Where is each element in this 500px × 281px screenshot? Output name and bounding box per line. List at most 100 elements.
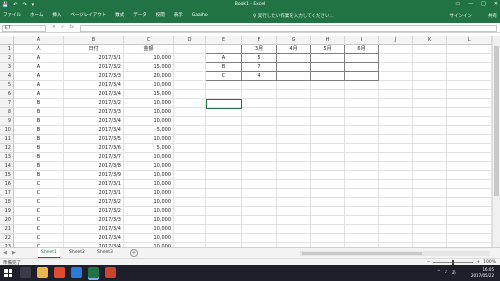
cell[interactable] (174, 108, 206, 117)
cell[interactable] (174, 180, 206, 189)
cell[interactable] (447, 171, 492, 180)
cell[interactable] (345, 189, 379, 198)
active-cell-selection[interactable] (206, 99, 242, 109)
cell-person[interactable]: B (14, 126, 64, 135)
column-header-b[interactable]: B (64, 36, 124, 45)
cell[interactable] (242, 171, 277, 180)
cell[interactable] (447, 108, 492, 117)
cell-amount[interactable]: 10,000 (124, 198, 174, 207)
cell-date[interactable]: 2017/3/2 (64, 63, 124, 72)
cell-date[interactable]: 2017/3/1 (64, 189, 124, 198)
cell-person[interactable]: B (14, 162, 64, 171)
cell-amount[interactable]: 10,000 (124, 117, 174, 126)
cell[interactable] (174, 81, 206, 90)
cell[interactable] (277, 225, 311, 234)
cell[interactable] (345, 126, 379, 135)
cell-person[interactable]: C (14, 198, 64, 207)
cell[interactable] (345, 99, 379, 108)
row-header[interactable]: 9 (0, 117, 14, 126)
cell[interactable] (345, 225, 379, 234)
cell[interactable] (379, 45, 413, 54)
cell[interactable] (379, 180, 413, 189)
cell[interactable] (413, 171, 447, 180)
task-view-icon[interactable] (20, 267, 31, 278)
taskbar-clock[interactable]: 16:05 2017/05/22 (471, 267, 494, 278)
cell[interactable] (174, 72, 206, 81)
cell[interactable] (277, 144, 311, 153)
cell[interactable] (242, 99, 277, 108)
cell-person[interactable]: B (14, 135, 64, 144)
summary-month-header[interactable]: 4月 (277, 45, 311, 54)
cell[interactable] (379, 72, 413, 81)
cell-person[interactable]: A (14, 63, 64, 72)
column-header-l[interactable]: L (447, 36, 492, 45)
cell[interactable] (379, 171, 413, 180)
cell-amount[interactable]: 5,000 (124, 144, 174, 153)
cell[interactable] (413, 144, 447, 153)
sheet-tab-sheet3[interactable]: Sheet3 (94, 248, 116, 258)
tell-me-search[interactable]: ♀ 実行したい作業を入力してください... (253, 13, 334, 19)
cell[interactable] (311, 207, 345, 216)
row-header[interactable]: 3 (0, 63, 14, 72)
summary-count[interactable] (277, 72, 311, 81)
cell-amount[interactable]: 10,000 (124, 180, 174, 189)
cell[interactable] (242, 90, 277, 99)
cell[interactable] (413, 153, 447, 162)
summary-corner-cell[interactable] (206, 45, 242, 54)
cell-header-date[interactable]: 日付 (64, 45, 124, 54)
file-explorer-icon[interactable] (37, 267, 48, 278)
add-sheet-button[interactable]: + (130, 249, 138, 257)
cell[interactable] (447, 126, 492, 135)
cell[interactable] (311, 153, 345, 162)
cell[interactable] (277, 180, 311, 189)
cell[interactable] (174, 135, 206, 144)
cell[interactable] (206, 162, 242, 171)
tab-gaaiho[interactable]: Gaaiho (192, 13, 208, 19)
cell[interactable] (277, 171, 311, 180)
maximize-button[interactable]: □ (481, 1, 486, 7)
cell[interactable] (174, 171, 206, 180)
cell-amount[interactable]: 10,000 (124, 54, 174, 63)
enter-icon[interactable]: ✓ (61, 25, 65, 30)
cell-person[interactable]: B (14, 117, 64, 126)
cell-date[interactable]: 2017/3/4 (64, 225, 124, 234)
summary-count[interactable] (345, 72, 379, 81)
cell[interactable] (413, 135, 447, 144)
tab-insert[interactable]: 挿入 (52, 13, 61, 19)
row-header[interactable]: 16 (0, 180, 14, 189)
cell[interactable] (206, 117, 242, 126)
cell[interactable] (447, 207, 492, 216)
select-all-corner[interactable] (0, 36, 14, 45)
cell[interactable] (379, 90, 413, 99)
cell[interactable] (206, 225, 242, 234)
tab-home[interactable]: ホーム (30, 13, 43, 19)
close-button[interactable]: ✕ (494, 1, 498, 7)
cell[interactable] (379, 216, 413, 225)
cell-amount[interactable]: 10,000 (124, 234, 174, 243)
cell-amount[interactable]: 10,000 (124, 207, 174, 216)
cell[interactable] (242, 216, 277, 225)
cell[interactable] (447, 189, 492, 198)
minimize-button[interactable]: — (468, 1, 473, 7)
cell-date[interactable]: 2017/3/4 (64, 90, 124, 99)
cell-date[interactable]: 2017/3/3 (64, 216, 124, 225)
cell[interactable] (379, 99, 413, 108)
cell[interactable] (379, 117, 413, 126)
cell[interactable] (345, 81, 379, 90)
cell[interactable] (277, 126, 311, 135)
cell-amount[interactable]: 20,000 (124, 72, 174, 81)
cell[interactable] (413, 54, 447, 63)
cell[interactable] (379, 198, 413, 207)
cell[interactable] (206, 171, 242, 180)
cell[interactable] (206, 216, 242, 225)
cell[interactable] (174, 117, 206, 126)
cell[interactable] (242, 117, 277, 126)
cell[interactable] (447, 153, 492, 162)
cell[interactable] (277, 207, 311, 216)
row-header[interactable]: 6 (0, 90, 14, 99)
row-header[interactable]: 8 (0, 108, 14, 117)
cell[interactable] (345, 135, 379, 144)
cell[interactable] (447, 99, 492, 108)
cell-date[interactable]: 2017/3/7 (64, 153, 124, 162)
cell[interactable] (379, 54, 413, 63)
